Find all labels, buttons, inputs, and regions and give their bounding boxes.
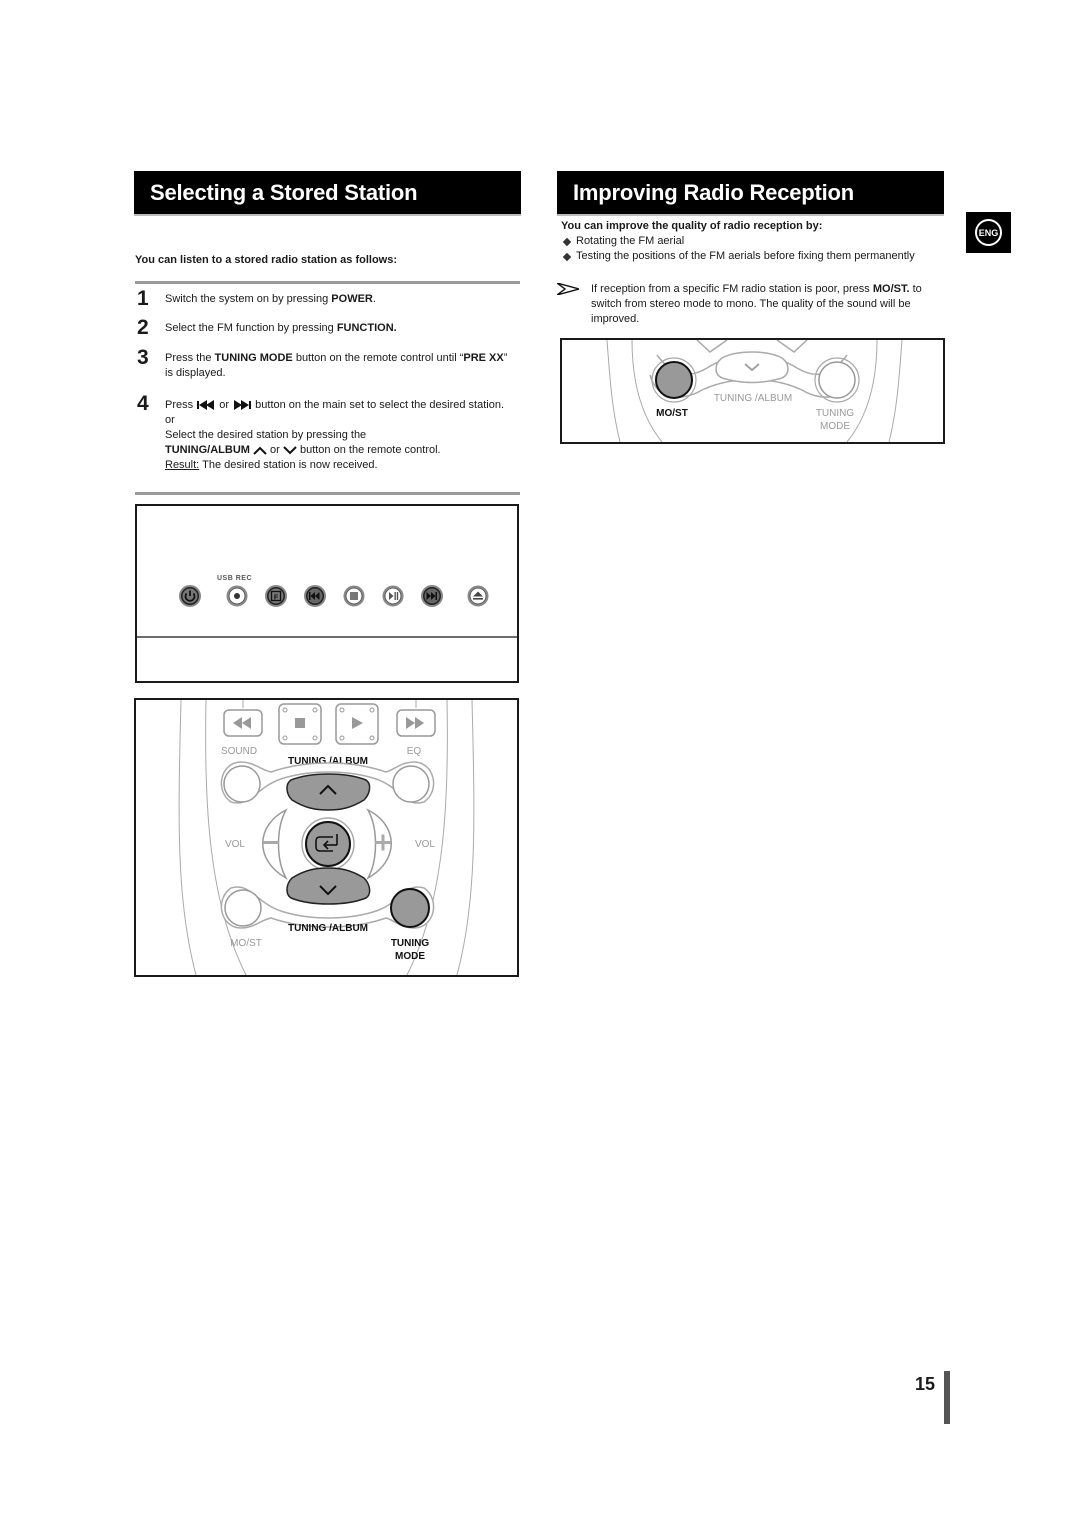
skip-forward-button[interactable] — [421, 585, 443, 607]
tuning-down-button[interactable] — [286, 867, 371, 905]
bullet-text: Testing the positions of the FM aerials … — [576, 250, 915, 262]
language-badge: ENG — [966, 212, 1011, 253]
mo-st-label: MO/ST — [230, 938, 262, 949]
step-text-part: . — [372, 293, 376, 305]
bullet-text: Rotating the FM aerial — [576, 235, 685, 247]
stop-button[interactable] — [343, 585, 365, 607]
mo-st-button-detail[interactable] — [655, 361, 693, 399]
remote-illustration: SOUND EQ TUNING /ALBUM VOL VOL TUNING /A… — [178, 700, 475, 975]
eq-label: EQ — [407, 746, 422, 757]
step-text: Select the FM function by pressing FUNCT… — [165, 321, 515, 336]
page-number: 15 — [915, 1374, 936, 1394]
section-title-text: Selecting a Stored Station — [150, 179, 418, 205]
main-set-buttons: F — [179, 585, 489, 607]
tuning-label: TUNING — [391, 938, 430, 949]
tuning-album-label-bottom: TUNING /ALBUM — [288, 923, 368, 934]
divider-top — [135, 281, 520, 284]
step-text: Press or button on the main set to selec… — [165, 398, 510, 473]
tuning-mode-button[interactable] — [390, 888, 430, 928]
step-text-bold: POWER — [331, 293, 373, 305]
step-text-part: or — [216, 399, 233, 411]
section-title-text: Improving Radio Reception — [573, 179, 855, 205]
vol-minus-icon[interactable] — [263, 841, 279, 844]
remote-detail-illustration: TUNING /ALBUM MO/ST TUNING MODE — [606, 340, 903, 442]
diamond-bullet-icon — [562, 252, 572, 261]
play-pause-button[interactable] — [382, 585, 404, 607]
play-button-remote[interactable] — [335, 703, 379, 745]
mo-st-button[interactable] — [224, 889, 262, 927]
record-button[interactable] — [226, 585, 248, 607]
note-text: If reception from a specific FM radio st… — [591, 282, 946, 327]
step-text-part: Press the — [165, 352, 215, 364]
chevron-up-icon — [253, 446, 267, 455]
eng-icon: ENG — [975, 219, 1002, 246]
sound-button[interactable] — [223, 765, 261, 803]
page-number-bar — [944, 1371, 950, 1424]
main-set-panel: USB REC F — [135, 504, 519, 683]
right-intro: You can improve the quality of radio rec… — [561, 220, 823, 232]
tuning-mode-button-detail[interactable] — [818, 361, 856, 399]
step-text: Press the TUNING MODE button on the remo… — [165, 351, 510, 381]
divider-bottom — [135, 492, 520, 495]
rewind-button[interactable] — [223, 709, 263, 737]
power-button[interactable] — [179, 585, 201, 607]
step-text-part: button on the remote control. — [296, 444, 441, 456]
step-text-bold: TUNING/ALBUM — [165, 444, 250, 456]
mode-label: MODE — [395, 951, 425, 962]
step-text-part: Press — [165, 399, 197, 411]
step-text-part: button on the remote control until “ — [292, 352, 464, 364]
result-text: The desired station is now received. — [199, 459, 378, 471]
step-number: 4 — [137, 392, 149, 415]
vol-left-label: VOL — [225, 839, 245, 850]
bullet-item: Testing the positions of the FM aerials … — [560, 249, 915, 264]
mo-st-label-detail: MO/ST — [656, 408, 688, 419]
sound-label: SOUND — [221, 746, 257, 757]
section-title-improving-radio-reception: Improving Radio Reception — [557, 171, 944, 216]
step-text-line: Select the desired station by pressing t… — [165, 429, 367, 441]
step-text-part: Select the FM function by pressing — [165, 322, 337, 334]
step-number: 1 — [137, 287, 149, 310]
section-title-selecting-stored-station: Selecting a Stored Station — [134, 171, 521, 216]
step-number: 3 — [137, 346, 149, 369]
skip-back-icon — [197, 400, 215, 411]
step-text: Switch the system on by pressing POWER. — [165, 292, 515, 307]
eq-button[interactable] — [392, 765, 430, 803]
function-button[interactable]: F — [265, 585, 287, 607]
step-text-part: Switch the system on by pressing — [165, 293, 332, 305]
step-text-bold: FUNCTION. — [336, 322, 397, 334]
eject-button[interactable] — [467, 585, 489, 607]
enter-button[interactable] — [301, 817, 355, 871]
fast-forward-button[interactable] — [396, 709, 436, 737]
main-set-divider — [137, 636, 517, 638]
note-arrow-icon — [557, 283, 579, 295]
tuning-up-button[interactable] — [286, 773, 371, 811]
tuning-down-button-detail[interactable] — [715, 351, 789, 384]
tuning-album-label-detail: TUNING /ALBUM — [714, 393, 792, 404]
bullet-item: Rotating the FM aerial — [560, 234, 684, 249]
remote-detail-panel: TUNING /ALBUM MO/ST TUNING MODE — [560, 338, 945, 444]
note-text-part: If reception from a specific FM radio st… — [591, 283, 873, 295]
mode-label-detail: MODE — [820, 421, 850, 432]
step-text-part: or — [267, 444, 283, 456]
tuning-label-detail: TUNING — [816, 408, 855, 419]
skip-forward-icon — [234, 400, 252, 411]
left-intro: You can listen to a stored radio station… — [135, 254, 398, 266]
diamond-bullet-icon — [562, 237, 572, 246]
vol-right-label: VOL — [415, 839, 435, 850]
chevron-down-icon — [283, 445, 297, 455]
note-text-bold: MO/ST. — [872, 283, 910, 295]
remote-panel: SOUND EQ TUNING /ALBUM VOL VOL TUNING /A… — [134, 698, 519, 977]
function-glyph: F — [274, 594, 279, 601]
step-number: 2 — [137, 316, 149, 339]
skip-back-button[interactable] — [304, 585, 326, 607]
result-label: Result: — [165, 459, 200, 471]
stop-button-remote[interactable] — [278, 703, 322, 745]
step-text-bold: TUNING MODE — [214, 352, 293, 364]
step-text-bold: PRE XX — [463, 352, 504, 364]
